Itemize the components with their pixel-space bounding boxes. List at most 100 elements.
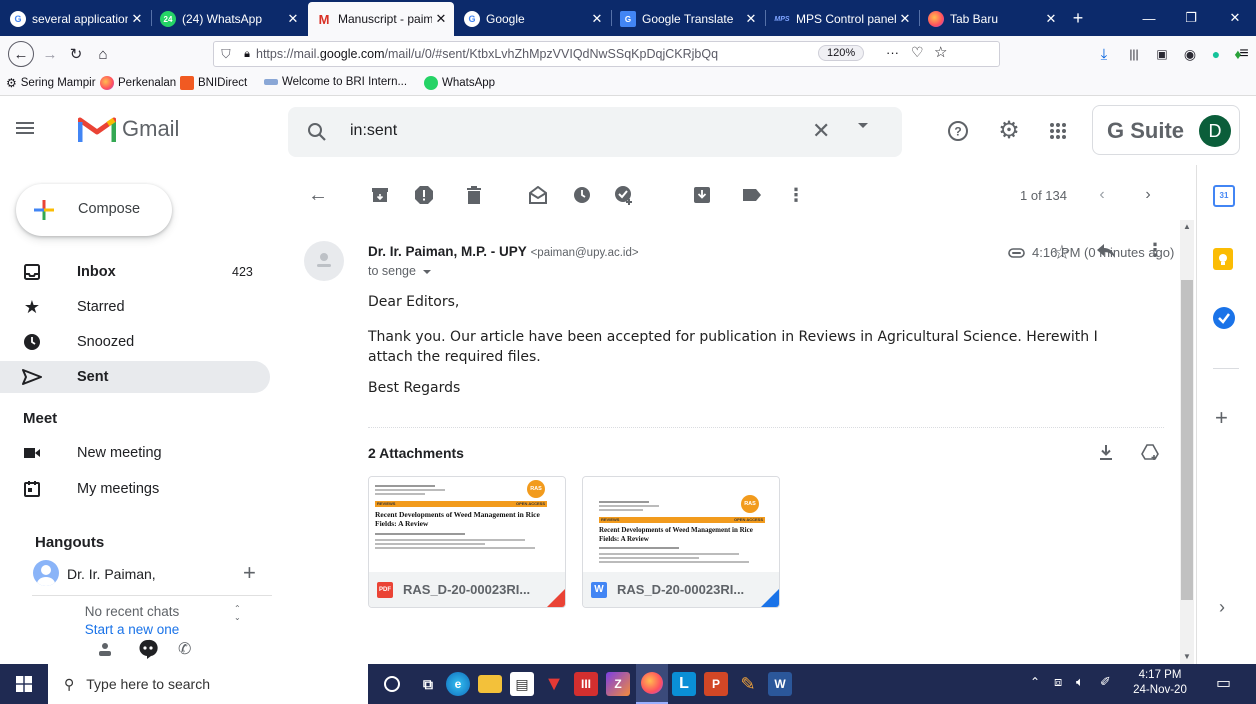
tab-mps-control-panel[interactable]: MPS MPS Control panel ✕	[766, 2, 918, 36]
close-icon[interactable]: ✕	[128, 11, 146, 27]
message-scrollbar[interactable]: ▲ ▼	[1180, 220, 1194, 664]
account-icon[interactable]: ◉	[1178, 42, 1202, 66]
hangouts-chat-icon[interactable]	[138, 639, 158, 659]
report-spam-icon[interactable]	[412, 183, 436, 207]
reply-icon[interactable]	[1096, 242, 1116, 260]
powerpoint-icon[interactable]: P	[704, 672, 728, 696]
sidebar-item-snoozed[interactable]: Snoozed	[0, 326, 256, 358]
mark-unread-icon[interactable]	[526, 183, 550, 207]
delete-icon[interactable]	[462, 183, 486, 207]
apps-grid-icon[interactable]	[1046, 119, 1070, 143]
bookmark-sering-mampir[interactable]: ⚙ Sering Mampir	[6, 76, 96, 90]
search-icon[interactable]	[306, 121, 328, 143]
phone-icon[interactable]: ✆	[178, 639, 191, 659]
close-icon[interactable]: ✕	[588, 11, 606, 27]
windows-start-icon[interactable]	[0, 664, 48, 704]
forward-icon[interactable]: →	[38, 42, 62, 66]
label-icon[interactable]	[740, 183, 764, 207]
calendar-app-icon[interactable]: 31	[1213, 185, 1235, 207]
star-toggle-icon[interactable]: ☆	[1053, 240, 1071, 265]
sender-name[interactable]: Dr. Ir. Paiman, M.P. - UPY	[368, 244, 527, 259]
sidebar-item-inbox[interactable]: Inbox 423	[0, 256, 256, 288]
store-icon[interactable]: ▤	[510, 672, 534, 696]
attachment-card-pdf[interactable]: RAS REVIEWS OPEN ACCESS Recent Developme…	[368, 476, 566, 608]
close-window-icon[interactable]: ✕	[1214, 0, 1256, 36]
chat-scroll-arrows[interactable]: ⌃ ⌄	[234, 604, 241, 622]
restore-icon[interactable]: ❐	[1170, 0, 1212, 36]
zoom-level[interactable]: 120%	[818, 45, 865, 61]
pocket-icon[interactable]: ♡	[911, 44, 924, 61]
older-icon[interactable]: ›	[1136, 183, 1160, 207]
get-addons-icon[interactable]: +	[1215, 405, 1228, 431]
taskbar-app-icon[interactable]: Z	[606, 672, 630, 696]
main-menu-icon[interactable]	[14, 117, 40, 143]
scroll-down-icon[interactable]: ▼	[1183, 652, 1191, 661]
url-bar[interactable]: ⛉ 🔒︎ https://mail.google.com/mail/u/0/#s…	[213, 41, 1000, 67]
compose-button[interactable]: Compose	[16, 184, 172, 236]
task-view-icon[interactable]: ⧉	[416, 672, 440, 696]
sidebar-item-new-meeting[interactable]: New meeting	[0, 437, 256, 469]
bookmark-perkenalan[interactable]: Perkenalan	[100, 76, 176, 90]
search-options-icon[interactable]	[858, 123, 868, 128]
download-icon[interactable]: ⤓	[1092, 42, 1116, 66]
gsuite-account-button[interactable]: G Suite D	[1092, 105, 1240, 155]
page-actions-icon[interactable]: ···	[886, 45, 899, 60]
snooze-clock-icon[interactable]	[570, 183, 594, 207]
menu-icon[interactable]: ≡	[1234, 42, 1254, 66]
newer-icon[interactable]: ‹	[1090, 183, 1114, 207]
bookmark-bri[interactable]: Welcome to BRI Intern...	[264, 76, 407, 88]
word-icon[interactable]: W	[768, 672, 792, 696]
sidebar-icon[interactable]: ▣	[1150, 42, 1174, 66]
scroll-up-icon[interactable]: ▲	[1183, 222, 1191, 231]
taskbar-search-input[interactable]: Type here to search	[86, 676, 210, 692]
minimize-icon[interactable]: —	[1128, 0, 1170, 36]
attachment-card-word[interactable]: RAS REVIEWS OPEN ACCESS Recent Developme…	[582, 476, 780, 608]
close-icon[interactable]: ✕	[284, 11, 302, 27]
file-explorer-icon[interactable]	[478, 675, 502, 693]
clear-search-icon[interactable]: ✕	[812, 118, 830, 144]
hangouts-user[interactable]: Dr. Ir. Paiman, +	[33, 560, 273, 588]
sender-avatar[interactable]	[304, 241, 344, 281]
taskbar-clock[interactable]: 4:17 PM 24-Nov-20	[1124, 668, 1196, 698]
taskbar-app-icon[interactable]: ✎	[736, 672, 760, 696]
grammarly-icon[interactable]: ●	[1204, 42, 1228, 66]
new-tab-button[interactable]: +	[1064, 0, 1092, 36]
bookmark-bnidirect[interactable]: BNIDirect	[180, 76, 247, 90]
search-input[interactable]: in:sent	[350, 122, 397, 140]
network-icon[interactable]: ⧈	[1054, 674, 1062, 690]
download-all-icon[interactable]	[1096, 442, 1116, 462]
edge-icon[interactable]: e	[446, 672, 470, 696]
tab-manuscript[interactable]: M Manuscript - paima ✕	[308, 2, 454, 36]
help-icon[interactable]: ?	[946, 119, 970, 143]
save-to-drive-icon[interactable]	[1140, 442, 1160, 462]
tab-google[interactable]: G Google ✕	[456, 2, 610, 36]
add-to-tasks-icon[interactable]	[612, 183, 636, 207]
tab-google-translate[interactable]: G Google Translate ✕	[612, 2, 764, 36]
archive-icon[interactable]	[368, 183, 392, 207]
show-hidden-icons[interactable]: ⌃	[1030, 675, 1040, 689]
back-icon[interactable]: ←	[8, 41, 34, 67]
add-chat-icon[interactable]: +	[243, 560, 256, 586]
close-icon[interactable]: ✕	[1042, 11, 1060, 27]
settings-gear-icon[interactable]: ⚙	[996, 118, 1022, 144]
home-icon[interactable]: ⌂	[91, 42, 115, 66]
pen-icon[interactable]: ✐	[1100, 674, 1111, 690]
cortana-icon[interactable]	[384, 676, 400, 692]
bookmark-whatsapp[interactable]: WhatsApp	[424, 76, 495, 90]
close-icon[interactable]: ✕	[432, 11, 450, 27]
volume-icon[interactable]: 🔈︎	[1076, 674, 1084, 690]
show-details-icon[interactable]	[423, 269, 432, 274]
tab-whatsapp[interactable]: 24 (24) WhatsApp ✕	[152, 2, 306, 36]
firefox-taskbar-icon[interactable]	[636, 664, 668, 704]
taskbar-app-icon[interactable]: L	[672, 672, 696, 696]
keep-app-icon[interactable]	[1213, 248, 1233, 270]
bookmark-star-icon[interactable]: ☆	[934, 43, 947, 61]
sidebar-item-sent[interactable]: Sent	[0, 361, 270, 393]
taskbar-app-icon[interactable]: III	[574, 672, 598, 696]
tab-several-application[interactable]: G several application f ✕	[2, 2, 150, 36]
back-to-list-icon[interactable]: ←	[306, 183, 330, 207]
tab-tab-baru[interactable]: Tab Baru ✕	[920, 2, 1064, 36]
scrollbar-thumb[interactable]	[1181, 280, 1193, 600]
close-icon[interactable]: ✕	[742, 11, 760, 27]
reload-icon[interactable]: ↻	[64, 42, 88, 66]
